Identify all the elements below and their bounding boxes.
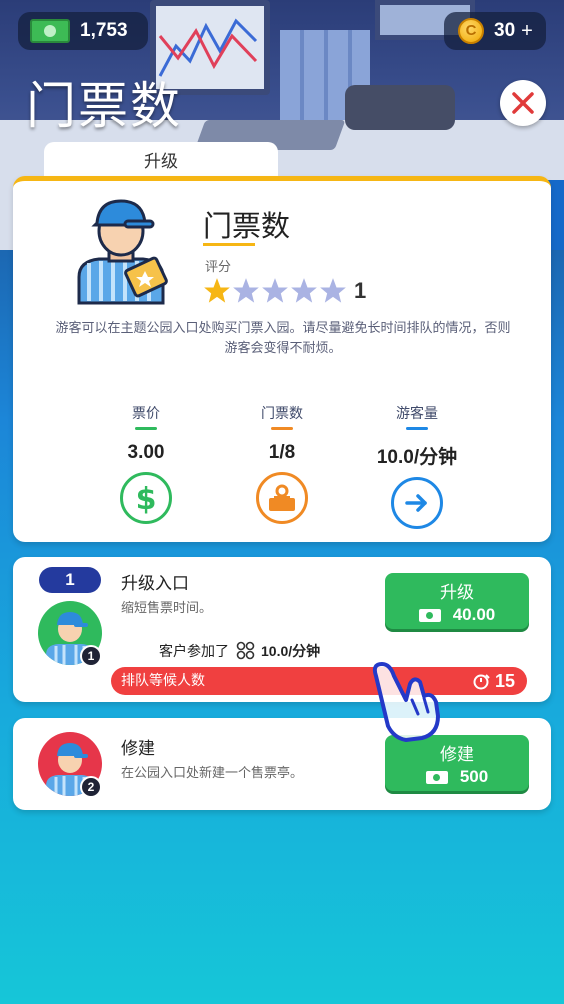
timer-icon [473, 674, 490, 690]
pointing-hand-icon [372, 662, 440, 742]
cash-icon [30, 19, 70, 43]
star-empty-icon [291, 278, 317, 303]
phone-graphic [345, 85, 455, 130]
stat-value: 3.00 [127, 442, 165, 463]
svg-text:$: $ [136, 482, 157, 515]
stat-ticket-count: 门票数 1/8 [222, 403, 342, 524]
queue-count-value: 15 [494, 671, 515, 691]
star-empty-icon [233, 278, 259, 303]
rating-value: 1 [354, 278, 367, 303]
build-button[interactable]: 修建 500 [385, 735, 529, 791]
cash-icon [425, 770, 448, 784]
ticket-booth-icon [256, 472, 308, 524]
upgrade-entrance-card: 1 1 升级入口 缩短售票时间。 升级 40.00 客户参加了 10.0/分钟 … [13, 557, 551, 702]
build-booth-card: 2 修建 在公园入口处新建一个售票亭。 修建 500 [13, 718, 551, 810]
customers-label: 客户参加了 [159, 644, 229, 660]
rating-stars: 1 [203, 277, 366, 305]
row-title: 修建 [121, 739, 155, 759]
stat-underline [135, 427, 157, 430]
build-price: 500 [385, 767, 529, 787]
info-card: 门票数 评分 1 游客可以在主题公园入口处购买门票入园。请尽量避免长时间排队的情… [13, 176, 551, 542]
customers-rate-value: 10.0/分钟 [261, 643, 321, 659]
people-icon [236, 641, 255, 660]
card-title: 门票数 [203, 209, 291, 243]
worker-count-badge: 1 [80, 645, 102, 667]
coin-icon: C [458, 18, 484, 44]
stat-label: 票价 [132, 406, 160, 422]
stat-label: 门票数 [261, 406, 303, 422]
stat-underline [406, 427, 428, 430]
level-badge: 1 [39, 567, 101, 593]
star-empty-icon [262, 278, 288, 303]
coin-counter[interactable]: C 30 + [444, 12, 546, 50]
row-subtitle: 在公园入口处新建一个售票亭。 [121, 766, 304, 781]
close-icon [512, 92, 534, 114]
star-empty-icon [320, 278, 346, 303]
stat-ticket-price: 票价 3.00 $ [86, 403, 206, 524]
upgrade-button[interactable]: 升级 40.00 [385, 573, 529, 629]
upgrade-button-label: 升级 [440, 583, 474, 603]
close-button[interactable] [500, 80, 546, 126]
build-button-label: 修建 [440, 745, 474, 765]
stat-underline [271, 427, 293, 430]
row-subtitle: 缩短售票时间。 [121, 601, 213, 616]
stat-value: 10.0/分钟 [376, 447, 458, 468]
arrow-right-icon [391, 477, 443, 529]
upgrade-price: 40.00 [385, 605, 529, 625]
upgrade-price-value: 40.00 [452, 605, 496, 624]
build-price-value: 500 [459, 767, 489, 786]
add-coins-icon[interactable]: + [521, 20, 533, 43]
customers-rate: 客户参加了 10.0/分钟 [159, 641, 320, 661]
title-underline [203, 243, 255, 246]
ticket-seller-icon [77, 199, 168, 305]
cash-counter: 1,753 [18, 12, 148, 50]
stat-value: 1/8 [268, 442, 296, 463]
cash-icon [418, 608, 441, 622]
queue-bar: 排队等候人数 15 [111, 667, 527, 695]
dollar-icon: $ [120, 472, 172, 524]
stat-label: 游客量 [396, 406, 438, 422]
queue-count: 15 [473, 667, 515, 695]
star-filled-icon [204, 278, 230, 303]
page-title: 门票数 [26, 77, 182, 135]
rating-label: 评分 [205, 260, 232, 275]
worker-count-badge: 2 [80, 776, 102, 798]
row-title: 升级入口 [121, 574, 189, 594]
cash-amount: 1,753 [80, 20, 128, 41]
queue-label: 排队等候人数 [121, 673, 205, 689]
description-text: 游客可以在主题公园入口处购买门票入园。请尽量避免长时间排队的情况，否则游客会变得… [55, 321, 511, 356]
stat-visitor-rate: 游客量 10.0/分钟 [357, 403, 477, 529]
coin-amount: 30 [494, 20, 516, 41]
